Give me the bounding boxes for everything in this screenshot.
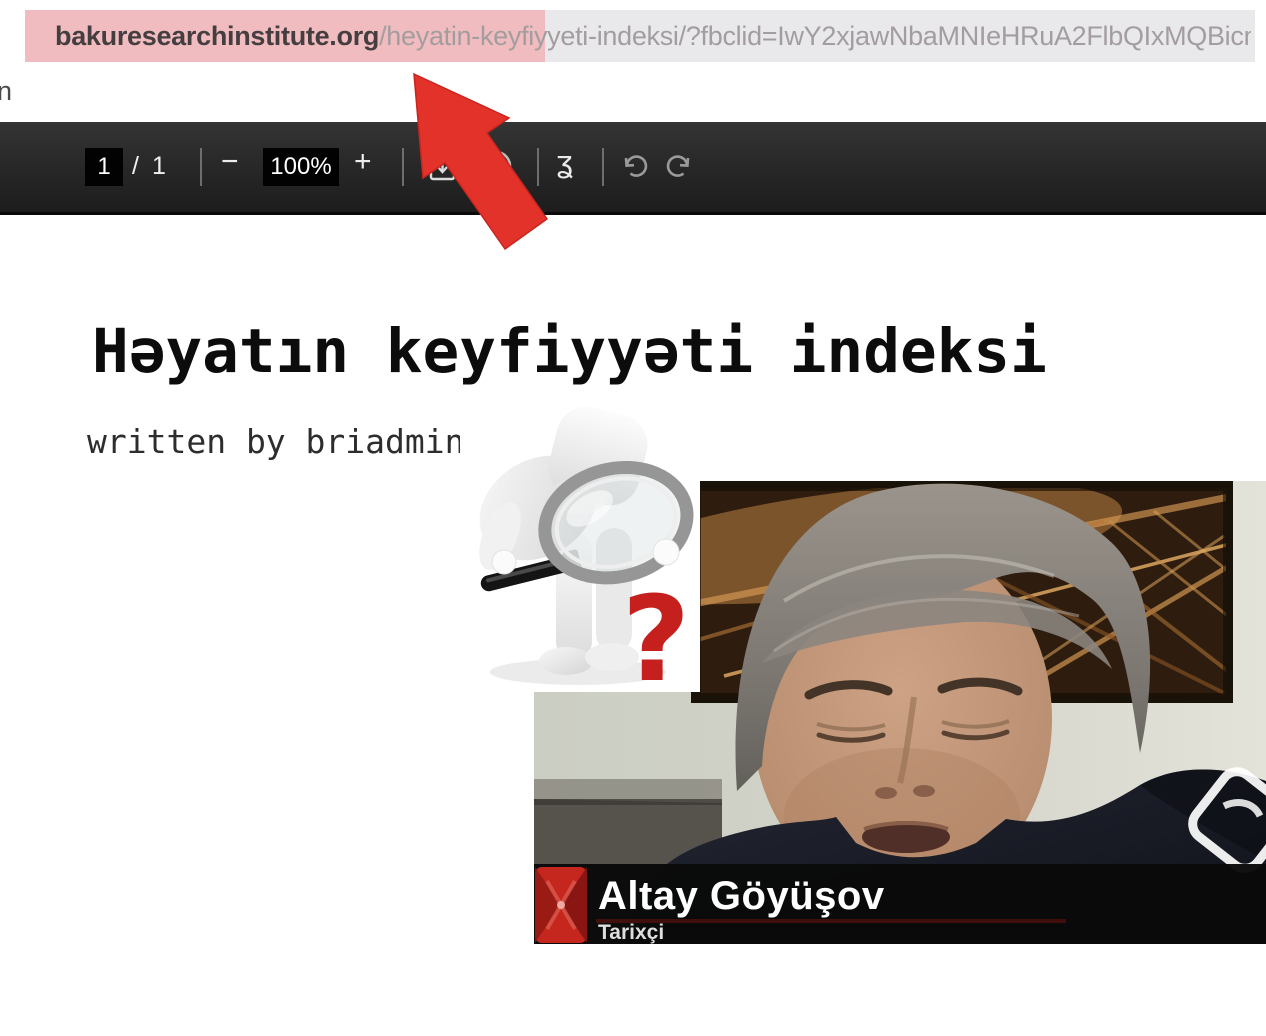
clipped-text-fragment: n — [0, 76, 12, 107]
save-icon[interactable] — [428, 150, 458, 184]
page-number-input[interactable]: 1 — [85, 148, 123, 186]
print-icon[interactable] — [494, 146, 518, 186]
undo-icon[interactable] — [620, 152, 650, 182]
toolbar-separator — [402, 148, 404, 186]
address-bar[interactable]: bakuresearchinstitute.org/heyatin-keyfiy… — [25, 10, 1255, 62]
figure-hand — [492, 550, 516, 574]
url-domain: bakuresearchinstitute.org — [55, 21, 379, 51]
zoom-level-input[interactable]: 100% — [263, 148, 339, 186]
url-path: /heyatin-keyfiyyeti-indeksi/?fbclid=IwY2… — [379, 21, 1251, 51]
page-title: Həyatın keyfiyyəti indeksi — [92, 316, 1047, 387]
screenshot-stage: n bakuresearchinstitute.org/heyatin-keyf… — [0, 0, 1266, 1036]
redo-icon[interactable] — [664, 152, 694, 182]
zoom-out-button[interactable]: − — [221, 145, 239, 179]
page-divider: / — [132, 152, 139, 181]
toolbar-separator — [200, 148, 202, 186]
url-text: bakuresearchinstitute.org/heyatin-keyfiy… — [55, 10, 1251, 62]
page-total: 1 — [152, 152, 166, 181]
speaker-name: Altay Göyüşov — [598, 874, 885, 919]
page-byline: written by briadmin — [87, 422, 465, 461]
toolbar-separator — [602, 148, 604, 186]
zoom-in-button[interactable]: + — [354, 145, 372, 179]
draw-ink-icon[interactable]: ʓ — [556, 144, 573, 180]
toolbar-separator — [537, 148, 539, 186]
question-mark: ? — [622, 570, 690, 692]
investigator-illustration: ? — [460, 404, 700, 692]
speaker-role: Tarixçi — [598, 921, 664, 945]
channel-logo — [535, 867, 587, 943]
pdf-toolbar: 1 / 1 − 100% + ʓ — [0, 122, 1266, 215]
figure-hand — [653, 539, 679, 565]
